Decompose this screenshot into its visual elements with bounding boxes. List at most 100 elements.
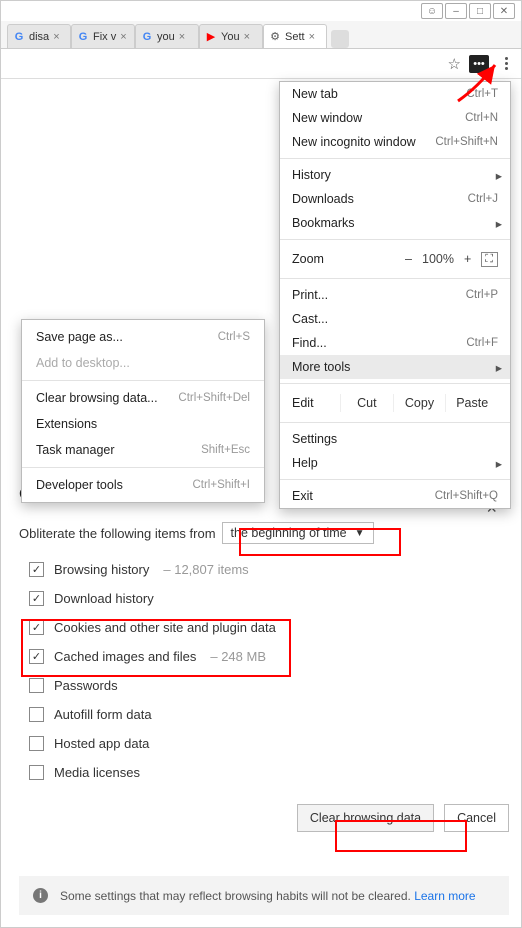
check-hosted[interactable]: Hosted app data [29, 736, 509, 751]
obliterate-row: Obliterate the following items from the … [19, 522, 509, 544]
submenu-clear-data[interactable]: Clear browsing data...Ctrl+Shift+Del [22, 385, 264, 411]
tab-label: You [221, 31, 240, 43]
check-autofill[interactable]: Autofill form data [29, 707, 509, 722]
close-icon[interactable]: × [53, 31, 59, 43]
submenu-add-desktop[interactable]: Add to desktop... [22, 350, 264, 376]
zoom-out-button[interactable]: – [405, 252, 412, 266]
menu-button[interactable] [497, 53, 515, 75]
obliterate-label: Obliterate the following items from [19, 526, 216, 541]
checkbox-icon [29, 707, 44, 722]
fullscreen-button[interactable]: ⛶ [481, 252, 498, 267]
checkbox-icon [29, 649, 44, 664]
menu-exit[interactable]: ExitCtrl+Shift+Q [280, 484, 510, 508]
chevron-right-icon: ▸ [496, 168, 502, 183]
window-titlebar: ☺ – □ ✕ [1, 1, 521, 21]
check-media[interactable]: Media licenses [29, 765, 509, 780]
menu-help[interactable]: Help▸ [280, 451, 510, 475]
menu-separator [280, 239, 510, 240]
menu-find[interactable]: Find...Ctrl+F [280, 331, 510, 355]
tab-youtube[interactable]: ▶You × [199, 24, 263, 48]
copy-button[interactable]: Copy [393, 394, 446, 412]
menu-separator [280, 479, 510, 480]
timerange-select[interactable]: the beginning of time ▼ [222, 522, 374, 544]
chevron-right-icon: ▸ [496, 216, 502, 231]
dialog-footer: i Some settings that may reflect browsin… [19, 876, 509, 915]
tab-label: you [157, 31, 175, 43]
dialog-buttons: Clear browsing data Cancel [19, 804, 509, 832]
chevron-right-icon: ▸ [496, 456, 502, 471]
menu-edit-row: Edit Cut Copy Paste [280, 388, 510, 418]
close-icon[interactable]: × [244, 31, 250, 43]
checkbox-icon [29, 765, 44, 780]
extension-icon[interactable]: ••• [469, 55, 489, 73]
check-cookies[interactable]: Cookies and other site and plugin data [29, 620, 509, 635]
footer-text: Some settings that may reflect browsing … [60, 889, 476, 903]
check-browsing-history[interactable]: Browsing history– 12,807 items [29, 562, 509, 577]
google-icon: G [76, 30, 90, 44]
tab-fix[interactable]: GFix v × [71, 24, 135, 48]
learn-more-link[interactable]: Learn more [414, 889, 475, 903]
menu-separator [22, 380, 264, 381]
info-icon: i [33, 888, 48, 903]
menu-more-tools[interactable]: More tools▸ [280, 355, 510, 379]
browser-toolbar: ☆ ••• [1, 49, 521, 79]
user-button[interactable]: ☺ [421, 3, 443, 19]
bookmark-star-icon[interactable]: ☆ [448, 55, 461, 73]
maximize-button[interactable]: □ [469, 3, 491, 19]
google-icon: G [140, 30, 154, 44]
menu-settings[interactable]: Settings [280, 427, 510, 451]
check-passwords[interactable]: Passwords [29, 678, 509, 693]
close-window-button[interactable]: ✕ [493, 3, 515, 19]
menu-new-tab[interactable]: New tabCtrl+T [280, 82, 510, 106]
menu-separator [280, 422, 510, 423]
checkbox-icon [29, 591, 44, 606]
cancel-button[interactable]: Cancel [444, 804, 509, 832]
chrome-main-menu: New tabCtrl+T New windowCtrl+N New incog… [279, 81, 511, 509]
menu-print[interactable]: Print...Ctrl+P [280, 283, 510, 307]
new-tab-button[interactable] [331, 30, 349, 48]
submenu-extensions[interactable]: Extensions [22, 411, 264, 437]
clear-browsing-dialog: × Clear browsing data Obliterate the fol… [19, 486, 509, 832]
menu-cast[interactable]: Cast... [280, 307, 510, 331]
menu-new-incognito[interactable]: New incognito windowCtrl+Shift+N [280, 130, 510, 154]
close-icon[interactable]: × [120, 31, 126, 43]
menu-separator [280, 158, 510, 159]
menu-separator [22, 467, 264, 468]
checkbox-icon [29, 562, 44, 577]
tab-settings[interactable]: ⚙Sett × [263, 24, 327, 48]
checkbox-icon [29, 620, 44, 635]
gear-icon: ⚙ [268, 30, 282, 44]
youtube-icon: ▶ [204, 30, 218, 44]
google-icon: G [12, 30, 26, 44]
menu-bookmarks[interactable]: Bookmarks▸ [280, 211, 510, 235]
menu-history[interactable]: History▸ [280, 163, 510, 187]
tab-disable[interactable]: Gdisa × [7, 24, 71, 48]
menu-zoom: Zoom – 100% + ⛶ [280, 244, 510, 274]
minimize-button[interactable]: – [445, 3, 467, 19]
checkbox-icon [29, 736, 44, 751]
zoom-in-button[interactable]: + [464, 252, 471, 266]
close-icon[interactable]: × [309, 31, 315, 43]
tab-label: Fix v [93, 31, 116, 43]
cut-button[interactable]: Cut [340, 394, 393, 412]
menu-new-window[interactable]: New windowCtrl+N [280, 106, 510, 130]
menu-separator [280, 278, 510, 279]
menu-downloads[interactable]: DownloadsCtrl+J [280, 187, 510, 211]
check-cache[interactable]: Cached images and files– 248 MB [29, 649, 509, 664]
chevron-right-icon: ▸ [496, 360, 502, 375]
tab-label: disa [29, 31, 49, 43]
checkbox-icon [29, 678, 44, 693]
submenu-task-manager[interactable]: Task managerShift+Esc [22, 437, 264, 463]
submenu-save-page[interactable]: Save page as...Ctrl+S [22, 324, 264, 350]
close-icon[interactable]: × [179, 31, 185, 43]
tab-you[interactable]: Gyou × [135, 24, 199, 48]
tab-label: Sett [285, 31, 305, 43]
paste-button[interactable]: Paste [445, 394, 498, 412]
zoom-value: 100% [422, 252, 454, 266]
check-download-history[interactable]: Download history [29, 591, 509, 606]
submenu-dev-tools[interactable]: Developer toolsCtrl+Shift+I [22, 472, 264, 498]
caret-down-icon: ▼ [355, 528, 365, 539]
more-tools-submenu: Save page as...Ctrl+S Add to desktop... … [21, 319, 265, 503]
clear-data-button[interactable]: Clear browsing data [297, 804, 434, 832]
menu-separator [280, 383, 510, 384]
